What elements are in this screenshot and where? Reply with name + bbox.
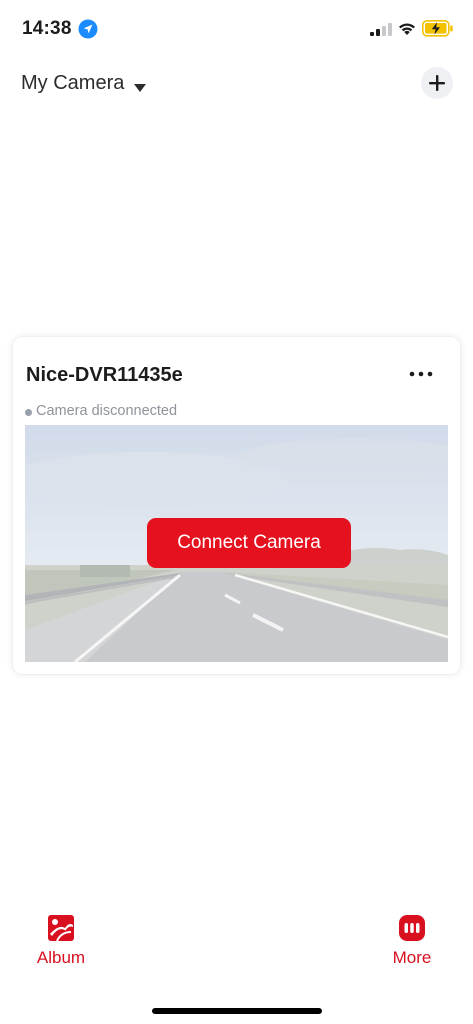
- status-dot: [25, 409, 32, 416]
- device-name: Nice-DVR11435e: [26, 364, 183, 386]
- album-icon: [47, 914, 75, 947]
- tab-more[interactable]: More: [372, 910, 452, 970]
- battery-charging-icon: [422, 20, 454, 42]
- camera-preview[interactable]: Connect Camera: [25, 425, 448, 662]
- cellular-signal-icon: [370, 23, 392, 41]
- more-options-icon[interactable]: [406, 364, 436, 384]
- tab-album-label: Album: [36, 948, 86, 967]
- home-indicator[interactable]: [152, 1008, 322, 1014]
- wifi-icon: [397, 21, 417, 41]
- status-time: 14:38: [22, 18, 72, 39]
- add-camera-button[interactable]: [421, 67, 453, 99]
- tab-album[interactable]: Album: [21, 910, 101, 970]
- more-icon: [398, 914, 426, 947]
- caret-down-icon[interactable]: [134, 80, 146, 98]
- plus-icon: [429, 75, 445, 91]
- status-text: Camera disconnected: [36, 403, 178, 419]
- location-arrow-icon: [78, 19, 98, 39]
- page-title[interactable]: My Camera: [21, 72, 124, 95]
- connect-camera-button[interactable]: Connect Camera: [147, 518, 351, 568]
- status-bar: 14:38: [0, 0, 473, 60]
- tab-more-label: More: [392, 948, 432, 967]
- camera-card[interactable]: Nice-DVR11435e Camera disconnected Conne…: [13, 337, 460, 674]
